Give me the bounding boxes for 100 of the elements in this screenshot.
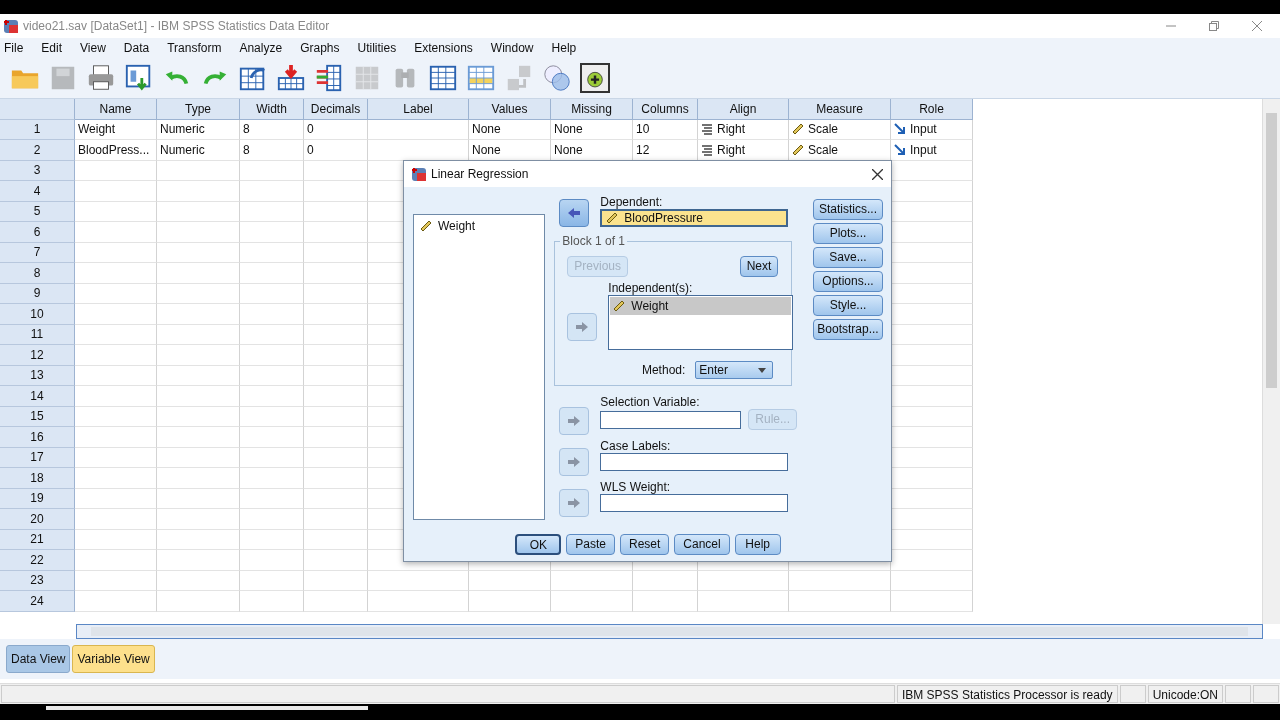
table-cell[interactable] <box>304 591 368 612</box>
table-cell[interactable] <box>240 570 304 591</box>
dialog-button[interactable]: OK <box>515 534 562 555</box>
menu-item[interactable]: Extensions <box>414 41 483 55</box>
table-cell[interactable]: None <box>469 119 551 140</box>
dialog-button[interactable]: Style... <box>813 295 883 316</box>
dialog-button[interactable]: Cancel <box>674 534 730 555</box>
grid-corner[interactable] <box>0 99 75 120</box>
table-cell[interactable]: Right <box>698 119 789 140</box>
table-cell[interactable] <box>304 570 368 591</box>
table-cell[interactable] <box>157 488 240 509</box>
table-cell[interactable]: 8 <box>240 119 304 140</box>
row-number[interactable]: 16 <box>0 427 75 448</box>
table-cell[interactable] <box>157 324 240 345</box>
table-cell[interactable] <box>157 468 240 489</box>
menu-item[interactable]: Graphs <box>300 41 350 55</box>
menu-item[interactable]: Analyze <box>239 41 293 55</box>
row-number[interactable]: 7 <box>0 242 75 263</box>
table-cell[interactable] <box>698 591 789 612</box>
table-cell[interactable] <box>75 304 157 325</box>
table-cell[interactable] <box>75 283 157 304</box>
table-cell[interactable] <box>75 427 157 448</box>
independent-list[interactable]: Weight <box>608 295 794 350</box>
row-number[interactable]: 2 <box>0 140 75 161</box>
table-cell[interactable] <box>304 222 368 243</box>
table-cell[interactable] <box>157 447 240 468</box>
column-header[interactable]: Columns <box>633 99 698 120</box>
table-cell[interactable] <box>240 529 304 550</box>
column-header[interactable]: Align <box>698 99 789 120</box>
table-cell[interactable] <box>551 591 633 612</box>
table-cell[interactable] <box>157 181 240 202</box>
table-cell[interactable] <box>157 529 240 550</box>
table-cell[interactable] <box>157 570 240 591</box>
column-header[interactable]: Label <box>368 99 469 120</box>
row-number[interactable]: 19 <box>0 488 75 509</box>
menu-item[interactable]: View <box>80 41 116 55</box>
table-cell[interactable]: Weight <box>75 119 157 140</box>
table-cell[interactable] <box>240 406 304 427</box>
table-cell[interactable] <box>157 304 240 325</box>
table-cell[interactable] <box>157 263 240 284</box>
table-cell[interactable] <box>789 570 891 591</box>
table-cell[interactable] <box>240 591 304 612</box>
table-cell[interactable]: None <box>551 119 633 140</box>
table-highlight-icon[interactable] <box>466 63 496 93</box>
menu-item[interactable]: Help <box>551 41 587 55</box>
table-cell[interactable]: 0 <box>304 119 368 140</box>
row-number[interactable]: 3 <box>0 160 75 181</box>
table-cell[interactable] <box>304 447 368 468</box>
column-header[interactable]: Values <box>469 99 551 120</box>
table-cell[interactable] <box>75 160 157 181</box>
table-cell[interactable]: Input <box>891 140 973 161</box>
taskbar-item[interactable] <box>46 706 368 710</box>
table-cell[interactable] <box>75 242 157 263</box>
table-cell[interactable] <box>304 468 368 489</box>
table-cell[interactable]: 10 <box>633 119 698 140</box>
input-field[interactable] <box>600 453 789 471</box>
row-number[interactable]: 11 <box>0 324 75 345</box>
table-cell[interactable] <box>240 468 304 489</box>
table-cell[interactable] <box>157 222 240 243</box>
menu-item[interactable]: Edit <box>41 41 73 55</box>
circles-icon[interactable] <box>542 63 572 93</box>
menu-item[interactable]: Utilities <box>357 41 407 55</box>
table-cell[interactable] <box>304 181 368 202</box>
table-cell[interactable] <box>75 529 157 550</box>
input-field[interactable] <box>600 494 789 512</box>
column-header[interactable]: Type <box>157 99 240 120</box>
table-cell[interactable] <box>240 488 304 509</box>
table-cell[interactable] <box>240 283 304 304</box>
variable-item[interactable]: Weight <box>438 219 476 233</box>
next-button[interactable]: Next <box>739 256 779 277</box>
row-number[interactable]: 18 <box>0 468 75 489</box>
dialog-button[interactable]: Paste <box>566 534 615 555</box>
table-cell[interactable] <box>698 570 789 591</box>
table-cell[interactable] <box>240 222 304 243</box>
table-cell[interactable] <box>75 201 157 222</box>
row-number[interactable]: 1 <box>0 119 75 140</box>
table-cell[interactable] <box>75 181 157 202</box>
table-cell[interactable] <box>157 509 240 530</box>
table-cell[interactable] <box>304 550 368 571</box>
table-cell[interactable] <box>157 283 240 304</box>
table-cell[interactable] <box>304 160 368 181</box>
table-cell[interactable] <box>304 529 368 550</box>
row-number[interactable]: 8 <box>0 263 75 284</box>
table-cell[interactable] <box>240 242 304 263</box>
column-header[interactable]: Missing <box>551 99 633 120</box>
row-number[interactable]: 14 <box>0 386 75 407</box>
table-cell[interactable] <box>304 201 368 222</box>
insert-variable-icon[interactable] <box>314 63 344 93</box>
table-cell[interactable] <box>304 427 368 448</box>
dialog-button[interactable]: Plots... <box>813 223 883 244</box>
row-number[interactable]: 9 <box>0 283 75 304</box>
dialog-button[interactable]: Statistics... <box>813 199 883 220</box>
table-cell[interactable] <box>304 324 368 345</box>
insert-case-icon[interactable] <box>276 63 306 93</box>
table-cell[interactable] <box>469 570 551 591</box>
add-icon[interactable] <box>580 63 610 93</box>
table-cell[interactable] <box>240 550 304 571</box>
table-cell[interactable] <box>75 386 157 407</box>
table-cell[interactable] <box>240 427 304 448</box>
table-cell[interactable] <box>75 570 157 591</box>
